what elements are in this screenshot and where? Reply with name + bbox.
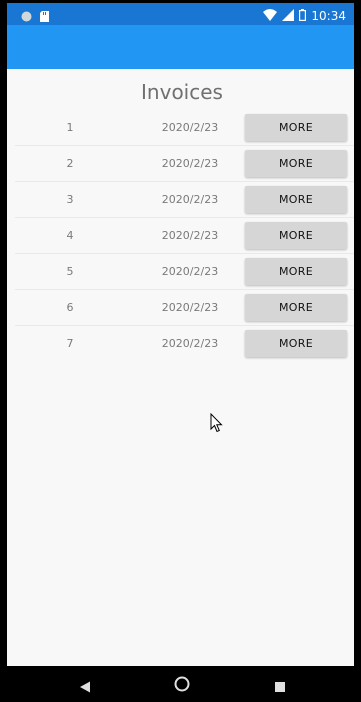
status-time: 10:34 [311,8,346,23]
invoice-row: 5 2020/2/23 MORE [15,254,354,290]
invoice-date: 2020/2/23 [161,121,219,134]
app-bar [7,25,354,69]
invoice-row: 1 2020/2/23 MORE [15,110,354,146]
more-button[interactable]: MORE [245,150,347,177]
more-button[interactable]: MORE [245,222,347,249]
more-button[interactable]: MORE [245,294,347,321]
battery-icon [299,6,307,25]
recents-icon[interactable] [274,678,286,697]
invoice-number: 2 [66,157,74,170]
sync-icon [21,7,32,26]
invoice-row: 4 2020/2/23 MORE [15,218,354,254]
invoice-number: 5 [66,265,74,278]
mouse-cursor-icon [210,412,223,437]
content-area: Invoices 1 2020/2/23 MORE 2 2020/2/23 MO… [7,69,354,666]
more-button[interactable]: MORE [245,330,347,357]
more-button[interactable]: MORE [245,186,347,213]
invoice-list: 1 2020/2/23 MORE 2 2020/2/23 MORE 3 2020… [7,110,354,361]
invoice-row: 6 2020/2/23 MORE [15,290,354,326]
invoice-number: 1 [66,121,74,134]
back-icon[interactable] [79,678,91,697]
invoice-date: 2020/2/23 [161,193,219,206]
invoice-date: 2020/2/23 [161,337,219,350]
more-button[interactable]: MORE [245,114,347,141]
invoice-number: 6 [66,301,74,314]
nav-bar [7,666,354,702]
home-icon[interactable] [174,676,190,696]
wifi-icon [263,6,278,25]
status-bar: 10:34 [7,3,354,25]
more-button[interactable]: MORE [245,258,347,285]
invoice-row: 2 2020/2/23 MORE [15,146,354,182]
invoice-date: 2020/2/23 [161,157,219,170]
invoice-date: 2020/2/23 [161,229,219,242]
sd-card-icon [40,7,49,26]
invoice-number: 4 [66,229,74,242]
invoice-number: 3 [66,193,74,206]
invoice-date: 2020/2/23 [161,265,219,278]
cellular-icon [282,6,295,25]
invoice-number: 7 [66,337,74,350]
page-title: Invoices [141,80,223,104]
invoice-row: 3 2020/2/23 MORE [15,182,354,218]
invoice-date: 2020/2/23 [161,301,219,314]
invoice-row: 7 2020/2/23 MORE [15,326,354,361]
